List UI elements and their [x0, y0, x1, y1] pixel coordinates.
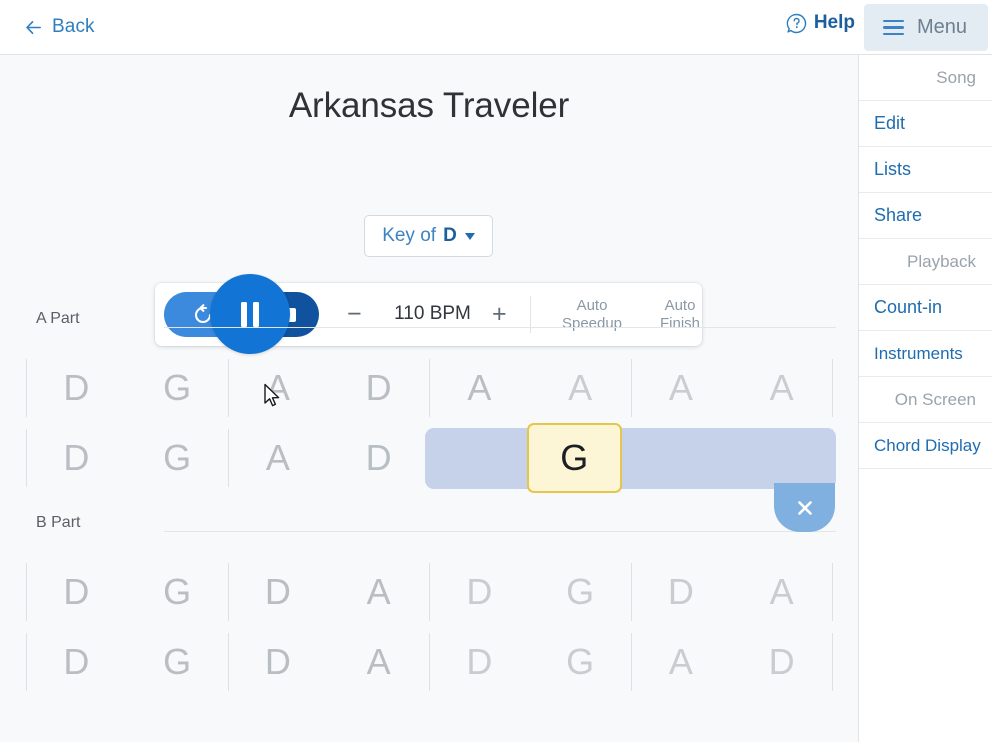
side-menu: Song Edit Lists Share Playback Count-in Instru… — [858, 55, 992, 742]
chord-cell[interactable]: A — [731, 558, 832, 626]
hamburger-icon — [883, 20, 904, 35]
chord-cell[interactable]: A — [631, 628, 732, 696]
menu-section-header: Playback — [859, 239, 992, 285]
chord-cell[interactable]: A — [228, 424, 329, 492]
chord-cell[interactable]: D — [631, 558, 732, 626]
chord-cell[interactable]: D — [429, 628, 530, 696]
chord-cell[interactable]: G — [530, 558, 631, 626]
chord-cell[interactable]: G — [127, 628, 228, 696]
top-bar: Back Help Menu — [0, 0, 992, 55]
measure-barline — [832, 633, 833, 691]
menu-label: Menu — [917, 16, 968, 38]
menu-button[interactable]: Menu — [864, 4, 988, 51]
measure-barline — [630, 563, 632, 621]
chord-cell[interactable]: G — [127, 354, 228, 422]
selection-close-button[interactable] — [774, 483, 835, 532]
measure-barline — [227, 633, 229, 691]
measure-barline — [26, 633, 27, 691]
back-button[interactable]: Back — [18, 12, 101, 42]
measure-barline — [429, 359, 430, 417]
key-select-dropdown[interactable]: Key of D — [364, 215, 493, 257]
measure-barline — [630, 633, 632, 691]
measure-barline — [630, 359, 632, 417]
help-label: Help — [813, 12, 855, 33]
chord-cell[interactable]: A — [328, 558, 429, 626]
chord-cell[interactable]: D — [26, 628, 127, 696]
chord-cell[interactable]: A — [530, 354, 631, 422]
transport-bar: − 110 BPM + Auto Speedup Auto Finish — [155, 274, 702, 354]
chord-cell[interactable]: A — [631, 354, 732, 422]
help-button[interactable]: Help — [786, 12, 855, 34]
menu-item-count-in[interactable]: Count-in — [859, 285, 992, 331]
chord-cell[interactable]: A — [328, 628, 429, 696]
play-pause-button[interactable] — [210, 274, 290, 354]
chord-row: DGADAAAA — [26, 354, 833, 422]
close-x-icon — [797, 500, 812, 515]
chord-cell[interactable]: G — [530, 628, 631, 696]
part-label: B Part — [36, 514, 81, 531]
measure-barline — [832, 563, 833, 621]
chord-cell[interactable]: D — [26, 424, 127, 492]
measure-barline — [26, 563, 27, 621]
key-value-label: D — [443, 225, 457, 246]
main-stage: Arkansas Traveler Key of D − 110 BPM + A… — [0, 55, 858, 742]
menu-item-edit[interactable]: Edit — [859, 101, 992, 147]
auto-finish-line1: Auto — [664, 297, 696, 314]
measure-barline — [429, 633, 430, 691]
page-title: Arkansas Traveler — [288, 86, 570, 125]
tempo-increase-button[interactable]: + — [492, 301, 507, 327]
menu-item-share[interactable]: Share — [859, 193, 992, 239]
chevron-down-icon — [464, 232, 475, 240]
selection-band[interactable] — [425, 428, 836, 489]
chord-cell[interactable]: D — [429, 558, 530, 626]
question-bubble-icon — [786, 13, 806, 33]
measure-barline — [227, 563, 229, 621]
mouse-cursor — [264, 383, 280, 407]
chord-cell[interactable]: D — [228, 558, 329, 626]
measure-barline — [429, 563, 430, 621]
chord-cell[interactable]: D — [228, 628, 329, 696]
part-label: A Part — [36, 310, 80, 327]
tempo-value: 110 BPM — [394, 303, 471, 324]
chord-cell[interactable]: D — [328, 424, 429, 492]
chord-cell[interactable]: D — [328, 354, 429, 422]
measure-barline — [227, 429, 229, 487]
part-divider — [164, 327, 836, 328]
auto-finish-line2: Finish — [659, 314, 700, 332]
measure-barline — [227, 359, 229, 417]
auto-speedup-line1: Auto — [576, 297, 608, 314]
measure-barline — [26, 429, 27, 487]
chord-cell[interactable]: G — [127, 558, 228, 626]
back-label: Back — [52, 16, 95, 37]
chord-cell[interactable]: D — [26, 558, 127, 626]
part-divider — [164, 531, 836, 532]
menu-section-header: Song — [859, 55, 992, 101]
pause-icon — [241, 301, 259, 327]
app-root: Back Help Menu Arkansas Traveler Key of … — [0, 0, 992, 742]
menu-item-instruments[interactable]: Instruments — [859, 331, 992, 377]
chord-cell[interactable]: D — [26, 354, 127, 422]
menu-item-lists[interactable]: Lists — [859, 147, 992, 193]
measure-barline — [832, 359, 833, 417]
chord-cell[interactable]: A — [429, 354, 530, 422]
chord-cell[interactable]: D — [731, 628, 832, 696]
chord-row: DGDADGDA — [26, 558, 833, 626]
chord-cell[interactable]: A — [731, 354, 832, 422]
chord-row: DGDADGAD — [26, 628, 833, 696]
chord-cell[interactable]: G — [127, 424, 228, 492]
key-prefix-label: Key of — [382, 225, 437, 246]
selected-chord-chip[interactable]: G — [526, 423, 622, 493]
menu-item-chord-display[interactable]: Chord Display — [859, 423, 992, 469]
menu-section-header: On Screen — [859, 377, 992, 423]
tempo-decrease-button[interactable]: − — [347, 301, 362, 327]
measure-barline — [26, 359, 27, 417]
auto-speedup-line2: Speedup — [561, 314, 623, 332]
arrow-left-icon — [26, 20, 41, 34]
